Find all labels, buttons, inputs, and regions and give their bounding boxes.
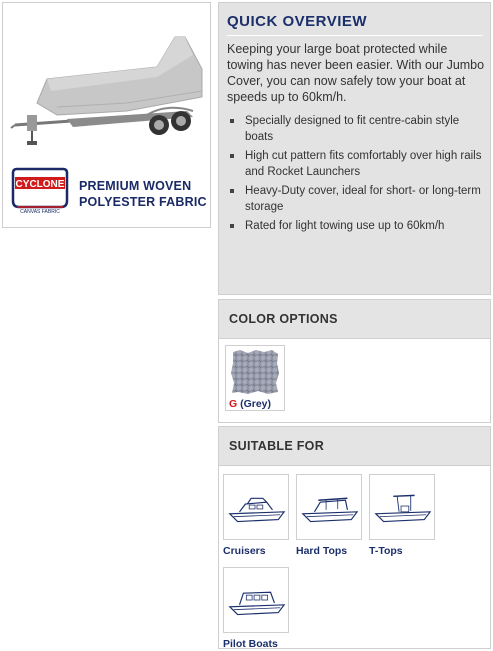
t-top-boat-icon xyxy=(369,474,435,540)
cyclone-logo: CYCLONE CANVAS FABRIC xyxy=(11,167,69,215)
color-swatch-grey[interactable]: G (Grey) xyxy=(225,345,285,411)
boat-type-label: Pilot Boats xyxy=(223,638,278,650)
product-image-card[interactable]: CYCLONE CANVAS FABRIC PREMIUM WOVEN POLY… xyxy=(2,2,211,228)
boat-type-label: T-Tops xyxy=(369,545,403,557)
quick-overview-title: QUICK OVERVIEW xyxy=(227,13,368,30)
bullet-icon xyxy=(230,224,234,228)
fabric-line-2: POLYESTER FABRIC xyxy=(79,195,207,209)
hard-top-boat-icon xyxy=(296,474,362,540)
fabric-brand-row: CYCLONE CANVAS FABRIC PREMIUM WOVEN POLY… xyxy=(9,167,207,215)
quick-overview-panel: QUICK OVERVIEW Keeping your large boat p… xyxy=(218,2,491,295)
feature-item: Rated for light towing use up to 60km/h xyxy=(227,218,485,234)
feature-item: Heavy-Duty cover, ideal for short- or lo… xyxy=(227,183,485,215)
boat-type-label: Cruisers xyxy=(223,545,266,557)
boat-type-pilot-boats[interactable]: Pilot Boats xyxy=(223,567,291,650)
color-options-body: G (Grey) xyxy=(218,339,491,423)
cyclone-logo-subtext: CANVAS FABRIC xyxy=(20,209,60,215)
boat-type-cruisers[interactable]: Cruisers xyxy=(223,474,291,557)
boat-type-t-tops[interactable]: T-Tops xyxy=(369,474,437,557)
feature-item: Specially designed to fit centre-cabin s… xyxy=(227,113,485,145)
swatch-label: G (Grey) xyxy=(229,398,271,410)
grey-fabric-swatch xyxy=(231,350,279,394)
suitable-for-title: SUITABLE FOR xyxy=(229,439,325,453)
boat-type-label: Hard Tops xyxy=(296,545,348,557)
color-code: G xyxy=(229,398,238,410)
color-options-header: COLOR OPTIONS xyxy=(218,299,491,339)
suitable-for-header: SUITABLE FOR xyxy=(218,426,491,466)
bullet-icon xyxy=(230,154,234,158)
bullet-icon xyxy=(230,119,234,123)
boat-type-hard-tops[interactable]: Hard Tops xyxy=(296,474,364,557)
bullet-icon xyxy=(230,189,234,193)
overview-intro: Keeping your large boat protected while … xyxy=(227,42,485,104)
cyclone-logo-text: CYCLONE xyxy=(16,179,65,190)
color-options-title: COLOR OPTIONS xyxy=(229,312,338,326)
feature-item: High cut pattern fits comfortably over h… xyxy=(227,148,485,180)
pilot-boat-icon xyxy=(223,567,289,633)
title-divider xyxy=(227,35,483,36)
feature-list: Specially designed to fit centre-cabin s… xyxy=(227,113,485,237)
boat-cover-photo xyxy=(10,36,203,145)
fabric-line-1: PREMIUM WOVEN xyxy=(79,179,192,193)
suitable-for-body: Cruisers Hard Tops T-Tops Pilot Boats xyxy=(218,466,491,650)
cruiser-boat-icon xyxy=(223,474,289,540)
color-name: (Grey) xyxy=(240,398,272,410)
